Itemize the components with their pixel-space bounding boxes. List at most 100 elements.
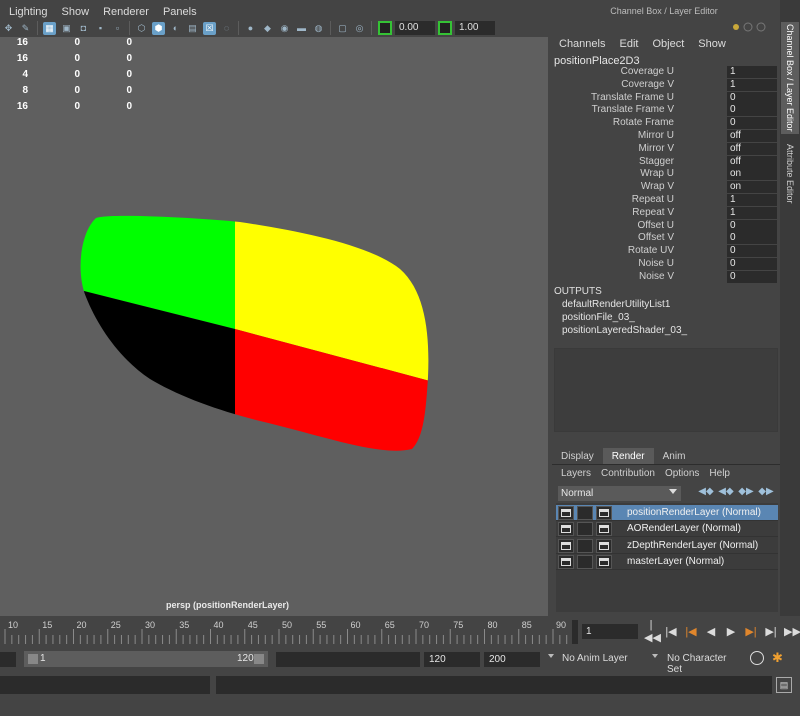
attribute-row[interactable]: Wrap U on xyxy=(548,168,780,181)
go-to-start-icon[interactable]: |◀◀ xyxy=(644,619,661,644)
resolution-gate-icon[interactable]: ◘ xyxy=(77,22,90,35)
start-time-field[interactable] xyxy=(0,652,16,667)
motion-blur-icon[interactable]: ▬ xyxy=(295,22,308,35)
attribute-row[interactable]: Noise U 0 xyxy=(548,258,780,271)
depth-of-field-icon[interactable]: ◎ xyxy=(353,22,366,35)
step-forward-key-icon[interactable]: ▶| xyxy=(744,625,758,638)
attribute-row[interactable]: Repeat U 1 xyxy=(548,194,780,207)
attribute-row[interactable]: Offset U 0 xyxy=(548,219,780,233)
visibility-toggle-icon[interactable] xyxy=(577,522,593,537)
render-settings-icon[interactable] xyxy=(596,522,612,537)
animation-preferences-icon[interactable]: ✱ xyxy=(772,650,783,666)
attribute-value[interactable]: off xyxy=(727,130,777,142)
chevron-down-icon[interactable] xyxy=(548,654,554,658)
go-to-end-icon[interactable]: ▶▶| xyxy=(784,625,800,638)
menu-edit[interactable]: Edit xyxy=(619,38,638,50)
play-forwards-icon[interactable]: ▶ xyxy=(724,625,738,638)
output-node[interactable]: defaultRenderUtilityList1 xyxy=(562,299,670,310)
attribute-value[interactable]: 0 xyxy=(727,232,777,245)
menu-help[interactable]: Help xyxy=(709,468,730,479)
playback-end-field[interactable]: 120 xyxy=(424,652,480,667)
script-editor-icon[interactable]: ▤ xyxy=(776,677,792,693)
attribute-value[interactable]: 1 xyxy=(727,78,777,91)
tab-anim[interactable]: Anim xyxy=(654,448,695,464)
output-node[interactable]: positionFile_03_ xyxy=(562,312,635,323)
render-layer-row[interactable]: AORenderLayer (Normal) xyxy=(556,521,778,538)
auto-key-icon[interactable] xyxy=(750,651,764,665)
render-settings-icon[interactable] xyxy=(596,554,612,569)
tab-display[interactable]: Display xyxy=(552,448,603,464)
current-frame-field[interactable]: 1 xyxy=(582,624,638,639)
smooth-shade-icon[interactable]: ⬢ xyxy=(152,21,165,35)
menu-object[interactable]: Object xyxy=(652,38,684,50)
tab-render[interactable]: Render xyxy=(602,448,654,464)
attribute-row[interactable]: Mirror U off xyxy=(548,130,780,143)
film-gate-icon[interactable]: ▣ xyxy=(60,22,73,35)
menu-show[interactable]: Show xyxy=(62,6,90,18)
xray-joints-icon[interactable]: ◆ xyxy=(261,22,274,35)
range-start-handle[interactable] xyxy=(28,654,38,664)
render-layer-row[interactable]: positionRenderLayer (Normal) xyxy=(556,505,778,521)
shadows-icon[interactable]: ◌ xyxy=(220,22,233,35)
current-time-marker[interactable] xyxy=(572,620,578,644)
attribute-value[interactable]: 1 xyxy=(727,66,777,78)
visibility-toggle-icon[interactable] xyxy=(577,554,593,569)
attribute-value[interactable]: 0 xyxy=(727,245,777,258)
command-input[interactable] xyxy=(0,676,210,694)
renderable-toggle-icon[interactable] xyxy=(558,522,574,537)
menu-layers[interactable]: Layers xyxy=(561,468,591,479)
attribute-row[interactable]: Coverage U 1 xyxy=(548,66,780,79)
gamma-field[interactable]: 1.00 xyxy=(455,21,495,35)
menu-contribution[interactable]: Contribution xyxy=(601,468,655,479)
attribute-row[interactable]: Repeat V 1 xyxy=(548,206,780,220)
renderable-toggle-icon[interactable] xyxy=(558,554,574,569)
move-layer-down-icon[interactable]: ◆▶ xyxy=(758,486,773,500)
isolate-select-icon[interactable]: ▢ xyxy=(336,22,349,35)
range-slider[interactable]: 1 120 xyxy=(24,651,268,667)
attribute-row[interactable]: Stagger off xyxy=(548,155,780,169)
attribute-row[interactable]: Noise V 0 xyxy=(548,270,780,284)
attribute-value[interactable]: off xyxy=(727,155,777,168)
attribute-row[interactable]: Coverage V 1 xyxy=(548,78,780,92)
menu-options[interactable]: Options xyxy=(665,468,699,479)
attribute-value[interactable]: 0 xyxy=(727,117,777,130)
menu-panels[interactable]: Panels xyxy=(163,6,197,18)
step-forward-frame-icon[interactable]: ▶| xyxy=(764,625,778,638)
wireframe-icon[interactable]: ⬡ xyxy=(135,22,148,35)
menu-lighting[interactable]: Lighting xyxy=(9,6,48,18)
menu-channels[interactable]: Channels xyxy=(559,38,605,50)
attribute-value[interactable]: off xyxy=(727,142,777,155)
ambient-occlusion-icon[interactable]: ◉ xyxy=(278,22,291,35)
wireframe-on-shaded-icon[interactable]: ◐ xyxy=(169,22,182,35)
gamma-icon[interactable] xyxy=(438,21,452,35)
step-back-frame-icon[interactable]: |◀ xyxy=(664,625,678,638)
anim-layer-select[interactable]: No Anim Layer xyxy=(557,651,653,667)
attribute-row[interactable]: Mirror V off xyxy=(548,142,780,156)
output-node[interactable]: positionLayeredShader_03_ xyxy=(562,325,687,336)
attribute-value[interactable]: 1 xyxy=(727,194,777,206)
attribute-row[interactable]: Wrap V on xyxy=(548,181,780,194)
attribute-row[interactable]: Rotate UV 0 xyxy=(548,245,780,258)
new-layer-selected-icon[interactable]: ◀◆ xyxy=(718,486,733,500)
attribute-value[interactable]: 0 xyxy=(727,91,777,104)
attribute-value[interactable]: 0 xyxy=(727,270,777,283)
attribute-value[interactable]: on xyxy=(727,168,777,181)
render-settings-icon[interactable] xyxy=(596,538,612,553)
animation-end-field[interactable]: 200 xyxy=(484,652,540,667)
blend-mode-select[interactable]: Normal xyxy=(558,486,681,501)
side-tab-channel-box[interactable]: Channel Box / Layer Editor xyxy=(781,22,799,134)
time-ruler[interactable]: 10 15 20 25 30 35 40 45 50 55 60 65 70 75 80 85 90 xyxy=(0,618,578,644)
step-back-key-icon[interactable]: |◀ xyxy=(684,625,698,638)
grid-icon[interactable]: ▦ xyxy=(43,21,56,35)
side-tab-attribute-editor[interactable]: Attribute Editor xyxy=(781,136,799,212)
attribute-row[interactable]: Offset V 0 xyxy=(548,232,780,245)
render-layer-row[interactable]: zDepthRenderLayer (Normal) xyxy=(556,538,778,554)
new-layer-icon[interactable]: ◀◆ xyxy=(698,486,713,500)
exposure-field[interactable]: 0.00 xyxy=(395,21,435,35)
renderable-toggle-icon[interactable] xyxy=(558,506,574,520)
render-settings-icon[interactable] xyxy=(596,506,612,520)
attribute-value[interactable]: 0 xyxy=(727,258,777,270)
attribute-row[interactable]: Translate Frame U 0 xyxy=(548,91,780,105)
select-camera-icon[interactable]: ✥ xyxy=(2,22,15,35)
perspective-viewport[interactable]: 16 0 0 16 0 0 400 800 16 0 0 persp (positionRe… xyxy=(0,37,548,616)
